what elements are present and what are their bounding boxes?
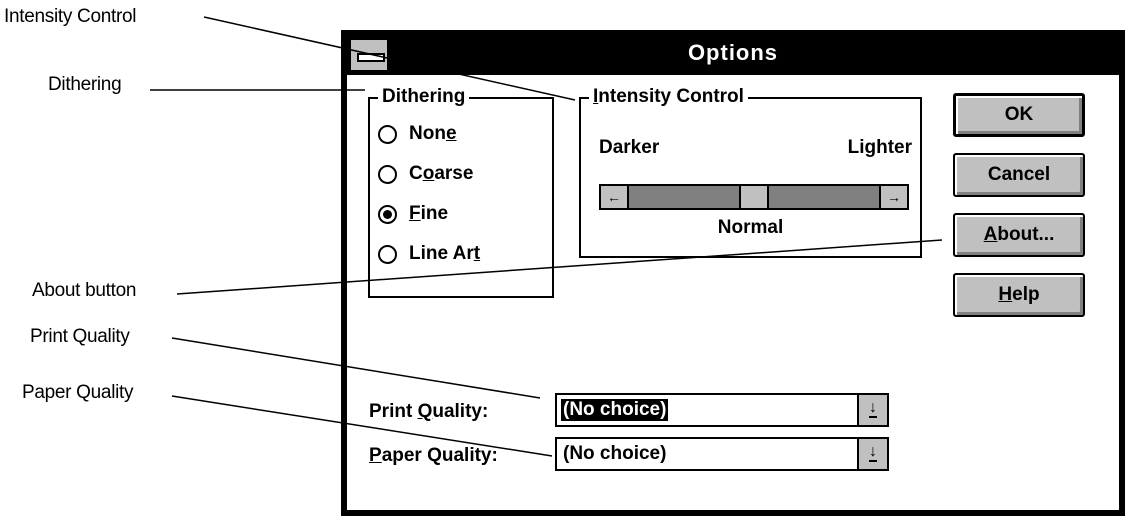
help-button[interactable]: Help [953,273,1085,317]
callout-dithering: Dithering [48,74,122,95]
print-quality-dropdown-arrow-icon[interactable]: ↓ [857,395,887,425]
radio-fine-indicator [378,204,397,224]
options-dialog: Options Dithering None Coarse Fine Line … [341,30,1125,516]
radio-line-art-label: Line Art [409,243,481,264]
intensity-value-label: Normal [717,217,784,238]
intensity-control-group: Intensity Control Darker Lighter ← → Nor… [579,86,922,258]
radio-line-art-indicator [378,244,397,264]
ok-button[interactable]: OK [953,93,1085,137]
about-button[interactable]: About... [953,213,1085,257]
radio-coarse-label: Coarse [409,163,474,184]
lighter-label: Lighter [847,137,912,158]
dithering-group: Dithering None Coarse Fine Line Art [368,86,554,298]
radio-line-art[interactable]: Line Art [378,239,480,269]
cancel-button[interactable]: Cancel [953,153,1085,197]
radio-none-label: None [409,123,457,144]
paper-quality-label: Paper Quality: [369,445,498,466]
title-bar: Options [347,36,1119,72]
callout-about-button: About button [32,280,137,301]
radio-none-indicator [378,124,397,144]
callout-paper-quality: Paper Quality [22,382,134,403]
print-quality-value: (No choice) [561,399,669,421]
dialog-client-area: Dithering None Coarse Fine Line Art Inte… [347,75,1119,510]
callout-print-quality: Print Quality [30,326,130,347]
scroll-left-arrow-icon[interactable]: ← [601,186,629,208]
callout-intensity-control: Intensity Control [4,6,137,27]
radio-coarse-indicator [378,164,397,184]
intensity-group-title: Intensity Control [589,86,748,108]
radio-fine-label: Fine [409,203,449,224]
dialog-title: Options [687,40,779,65]
paper-quality-value: (No choice) [563,443,667,464]
scroll-right-arrow-icon[interactable]: → [879,186,907,208]
radio-none[interactable]: None [378,119,457,149]
paper-quality-dropdown-arrow-icon[interactable]: ↓ [857,439,887,469]
intensity-slider[interactable]: ← → [599,184,909,210]
print-quality-label: Print Quality: [369,401,489,422]
radio-fine[interactable]: Fine [378,199,448,229]
slider-thumb[interactable] [739,186,769,208]
print-quality-dropdown[interactable]: (No choice) ↓ [555,393,889,427]
dithering-group-title: Dithering [378,86,470,108]
paper-quality-dropdown[interactable]: (No choice) ↓ [555,437,889,471]
darker-label: Darker [599,137,660,158]
radio-coarse[interactable]: Coarse [378,159,473,189]
